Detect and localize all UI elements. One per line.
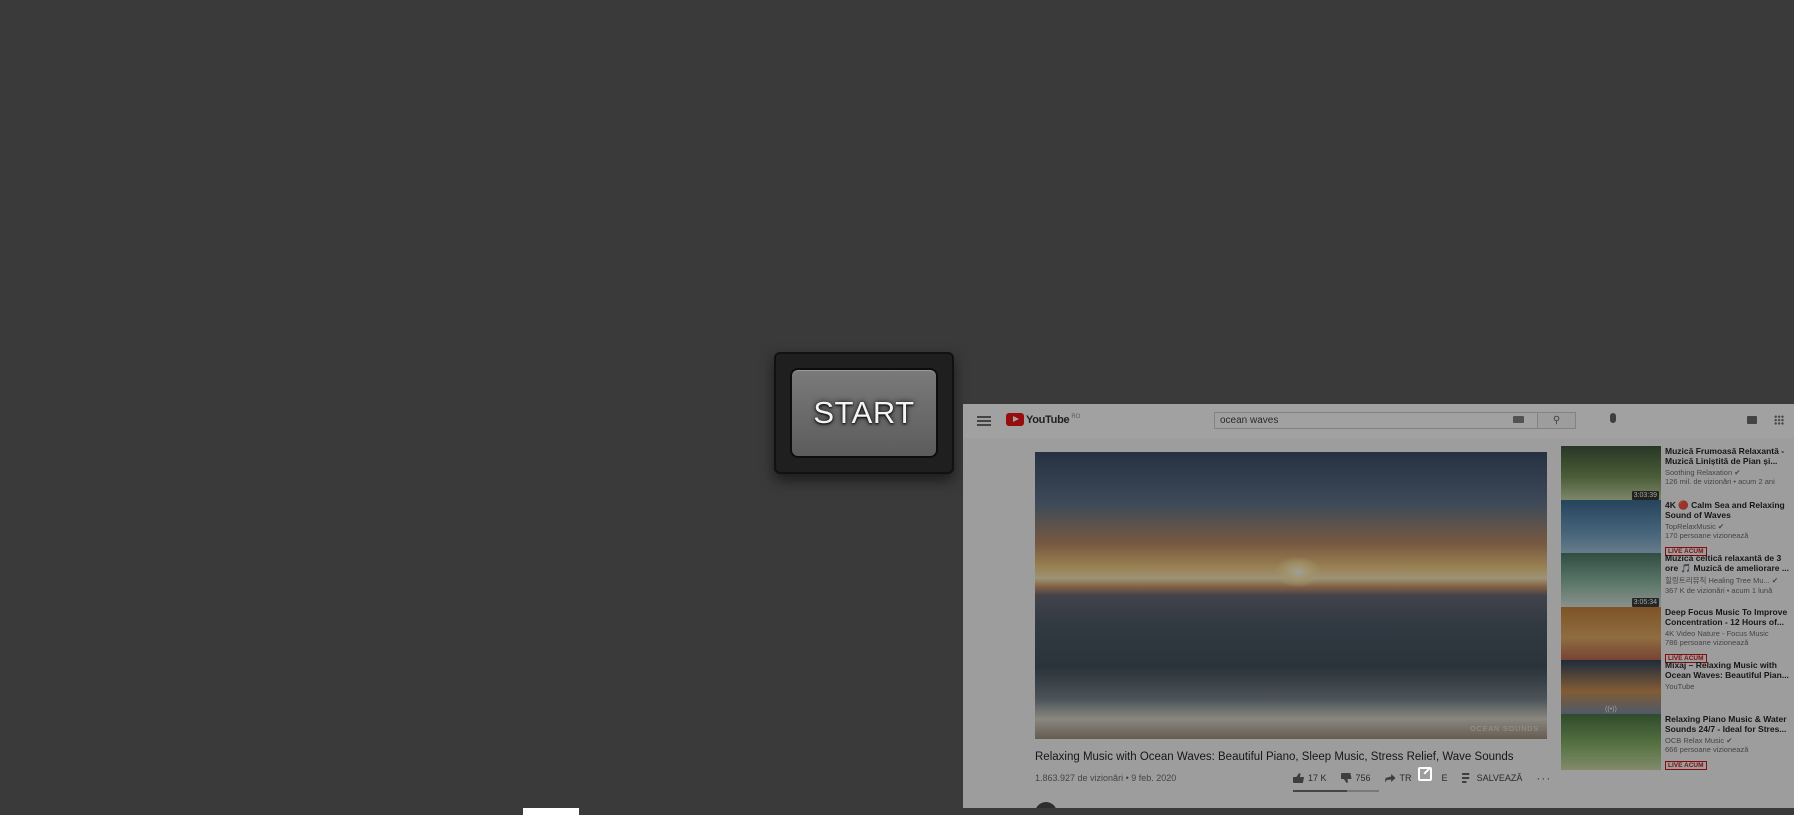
dislike-count: 756	[1355, 773, 1371, 783]
create-video-icon[interactable]	[1747, 416, 1757, 424]
share-button[interactable]: TR E	[1384, 773, 1448, 783]
related-video-channel[interactable]: 4K Video Nature - Focus Music	[1665, 629, 1791, 638]
related-video-channel[interactable]: OCB Relax Music ✔	[1665, 736, 1791, 745]
youtube-logo-text: YouTube	[1026, 413, 1070, 426]
related-video-item[interactable]: 3:03:39 Muzică Frumoasă Relaxantă - Muzic…	[1561, 446, 1791, 502]
youtube-region: RO	[1071, 413, 1081, 420]
youtube-logo[interactable]: YouTube RO	[1006, 413, 1080, 426]
video-meta: Muzică celtică relaxantă de 3 ore 🎵 Muzi…	[1665, 553, 1791, 595]
video-meta: Mixaj – Relaxing Music with Ocean Waves:…	[1665, 660, 1791, 691]
video-watermark: OCEAN SOUNDS	[1470, 726, 1539, 733]
video-thumbnail[interactable]: 3:05:34	[1561, 553, 1661, 609]
related-video-views: 170 persoane vizionează	[1665, 531, 1749, 540]
search-button[interactable]: ⚲	[1538, 412, 1576, 429]
related-video-views: 126 mil. de vizionări • acum 2 ani	[1665, 477, 1775, 486]
video-meta: Deep Focus Music To Improve Concentratio…	[1665, 607, 1791, 665]
save-label: SALVEAZĂ	[1476, 773, 1523, 783]
share-label: TR	[1399, 773, 1412, 783]
search-input[interactable]: ocean waves	[1214, 412, 1538, 429]
related-video-title[interactable]: Muzică Frumoasă Relaxantă - Muzică Liniș…	[1665, 446, 1791, 466]
video-thumbnail[interactable]	[1561, 500, 1661, 556]
video-player[interactable]: OCEAN SOUNDS	[1035, 452, 1547, 739]
related-video-item[interactable]: ((•)) Mixaj – Relaxing Music with Ocean W…	[1561, 660, 1791, 716]
related-video-channel[interactable]: Soothing Relaxation ✔	[1665, 468, 1791, 477]
related-video-title[interactable]: Mixaj – Relaxing Music with Ocean Waves:…	[1665, 660, 1791, 680]
start-button-frame: START	[774, 352, 954, 474]
video-meta: Relaxing Piano Music & Water Sounds 24/7…	[1665, 714, 1791, 772]
share-label-tail: E	[1441, 773, 1448, 783]
open-in-new-icon[interactable]	[1418, 767, 1432, 781]
related-video-channel[interactable]: TopRelaxMusic ✔	[1665, 522, 1791, 531]
like-count: 17 K	[1308, 773, 1327, 783]
video-thumbnail[interactable]	[1561, 714, 1661, 770]
sunset-sun	[1275, 557, 1321, 587]
video-thumbnail[interactable]: ((•))	[1561, 660, 1661, 716]
related-video-channel[interactable]: YouTube	[1665, 682, 1791, 691]
thumbs-down-icon	[1340, 773, 1352, 783]
youtube-play-icon	[1006, 413, 1024, 426]
video-thumbnail[interactable]: 3:03:39	[1561, 446, 1661, 502]
related-video-views: 367 K de vizionări • acum 1 lună	[1665, 586, 1773, 595]
related-video-title[interactable]: Relaxing Piano Music & Water Sounds 24/7…	[1665, 714, 1791, 734]
related-video-views: 666 persoane vizionează	[1665, 745, 1749, 754]
playlist-add-icon	[1461, 773, 1470, 783]
thumbs-up-icon	[1293, 773, 1304, 783]
related-video-item[interactable]: Deep Focus Music To Improve Concentratio…	[1561, 607, 1791, 663]
related-video-item[interactable]: 3:05:34 Muzică celtică relaxantă de 3 ore…	[1561, 553, 1791, 609]
dislike-button[interactable]: 756	[1340, 773, 1371, 783]
share-icon	[1384, 774, 1396, 783]
microphone-icon[interactable]	[1610, 413, 1616, 423]
like-button[interactable]: 17 K	[1293, 773, 1327, 783]
start-button[interactable]: START	[790, 368, 938, 458]
video-meta: Muzică Frumoasă Relaxantă - Muzică Liniș…	[1665, 446, 1791, 486]
keyboard-icon[interactable]	[1513, 416, 1524, 423]
video-meta: 4K 🔴 Calm Sea and Relaxing Sound of Wave…	[1665, 500, 1791, 558]
related-video-title[interactable]: Deep Focus Music To Improve Concentratio…	[1665, 607, 1791, 627]
more-actions-button[interactable]: ···	[1536, 771, 1551, 785]
save-button[interactable]: SALVEAZĂ	[1461, 773, 1523, 783]
video-title: Relaxing Music with Ocean Waves: Beautif…	[1035, 751, 1514, 763]
live-badge: LIVE ACUM	[1665, 761, 1707, 770]
channel-avatar[interactable]	[1035, 802, 1057, 808]
related-video-title[interactable]: 4K 🔴 Calm Sea and Relaxing Sound of Wave…	[1665, 500, 1791, 520]
apps-grid-icon[interactable]	[1774, 415, 1784, 425]
menu-icon[interactable]	[977, 416, 991, 426]
youtube-header: YouTube RO ocean waves ⚲	[963, 404, 1794, 438]
related-video-title[interactable]: Muzică celtică relaxantă de 3 ore 🎵 Muzi…	[1665, 553, 1791, 573]
video-views-date: 1.863.927 de vizionări • 9 feb. 2020	[1035, 773, 1177, 783]
live-broadcast-icon: ((•))	[1605, 706, 1617, 713]
youtube-screenshot: YouTube RO ocean waves ⚲ OCEAN SOUNDS Re…	[963, 404, 1794, 808]
related-video-item[interactable]: 4K 🔴 Calm Sea and Relaxing Sound of Wave…	[1561, 500, 1791, 556]
related-video-views: 786 persoane vizionează	[1665, 638, 1749, 647]
related-video-channel[interactable]: 힐링트리뮤직 Healing Tree Mu... ✔	[1665, 575, 1791, 586]
video-thumbnail[interactable]	[1561, 607, 1661, 663]
video-duration: 3:05:34	[1631, 598, 1659, 607]
white-block	[523, 808, 579, 815]
like-dislike-bar	[1293, 790, 1379, 792]
related-video-item[interactable]: Relaxing Piano Music & Water Sounds 24/7…	[1561, 714, 1791, 770]
video-duration: 3:03:39	[1631, 491, 1659, 500]
